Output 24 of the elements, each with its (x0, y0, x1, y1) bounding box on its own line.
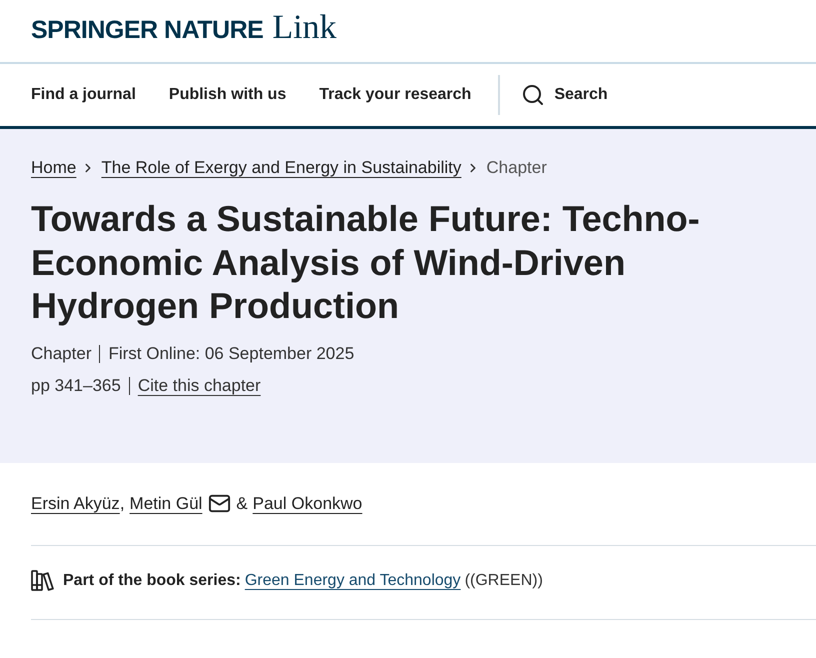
article-title: Towards a Sustainable Future: Techno-Economic Analysis of Wind-Driven Hydrogen Production (31, 197, 701, 328)
nav-link[interactable]: Find a journal (31, 86, 136, 104)
nav-link[interactable]: Track your research (319, 86, 472, 104)
mail-icon[interactable] (208, 492, 232, 515)
series-abbreviation: ((GREEN)) (464, 570, 543, 590)
search-icon (521, 83, 546, 107)
author-link[interactable]: Paul Okonkwo (252, 492, 362, 516)
author-separator: , (120, 492, 125, 514)
meta-text: pp 341–365 (31, 376, 121, 396)
author-link[interactable]: Ersin Akyüz (31, 492, 120, 516)
series-link[interactable]: Green Energy and Technology (244, 568, 461, 592)
breadcrumb-link[interactable]: Home (31, 156, 76, 180)
breadcrumb-link[interactable]: The Role of Exergy and Energy in Sustainability (101, 156, 462, 180)
site-logo[interactable]: SPRINGER NATURE Link (31, 9, 337, 47)
books-icon (31, 570, 54, 591)
meta-text: First Online: 06 September 2025 (108, 344, 354, 364)
breadcrumb-current: Chapter (486, 157, 547, 179)
author-separator: & (236, 492, 248, 514)
search-button[interactable]: Search (521, 83, 608, 107)
author-link[interactable]: Metin Gül (130, 492, 202, 516)
nav-link[interactable]: Publish with us (168, 86, 286, 104)
meta-text: Chapter (31, 344, 92, 364)
series-label: Part of the book series: (63, 570, 241, 590)
meta-link[interactable]: Cite this chapter (138, 376, 261, 396)
